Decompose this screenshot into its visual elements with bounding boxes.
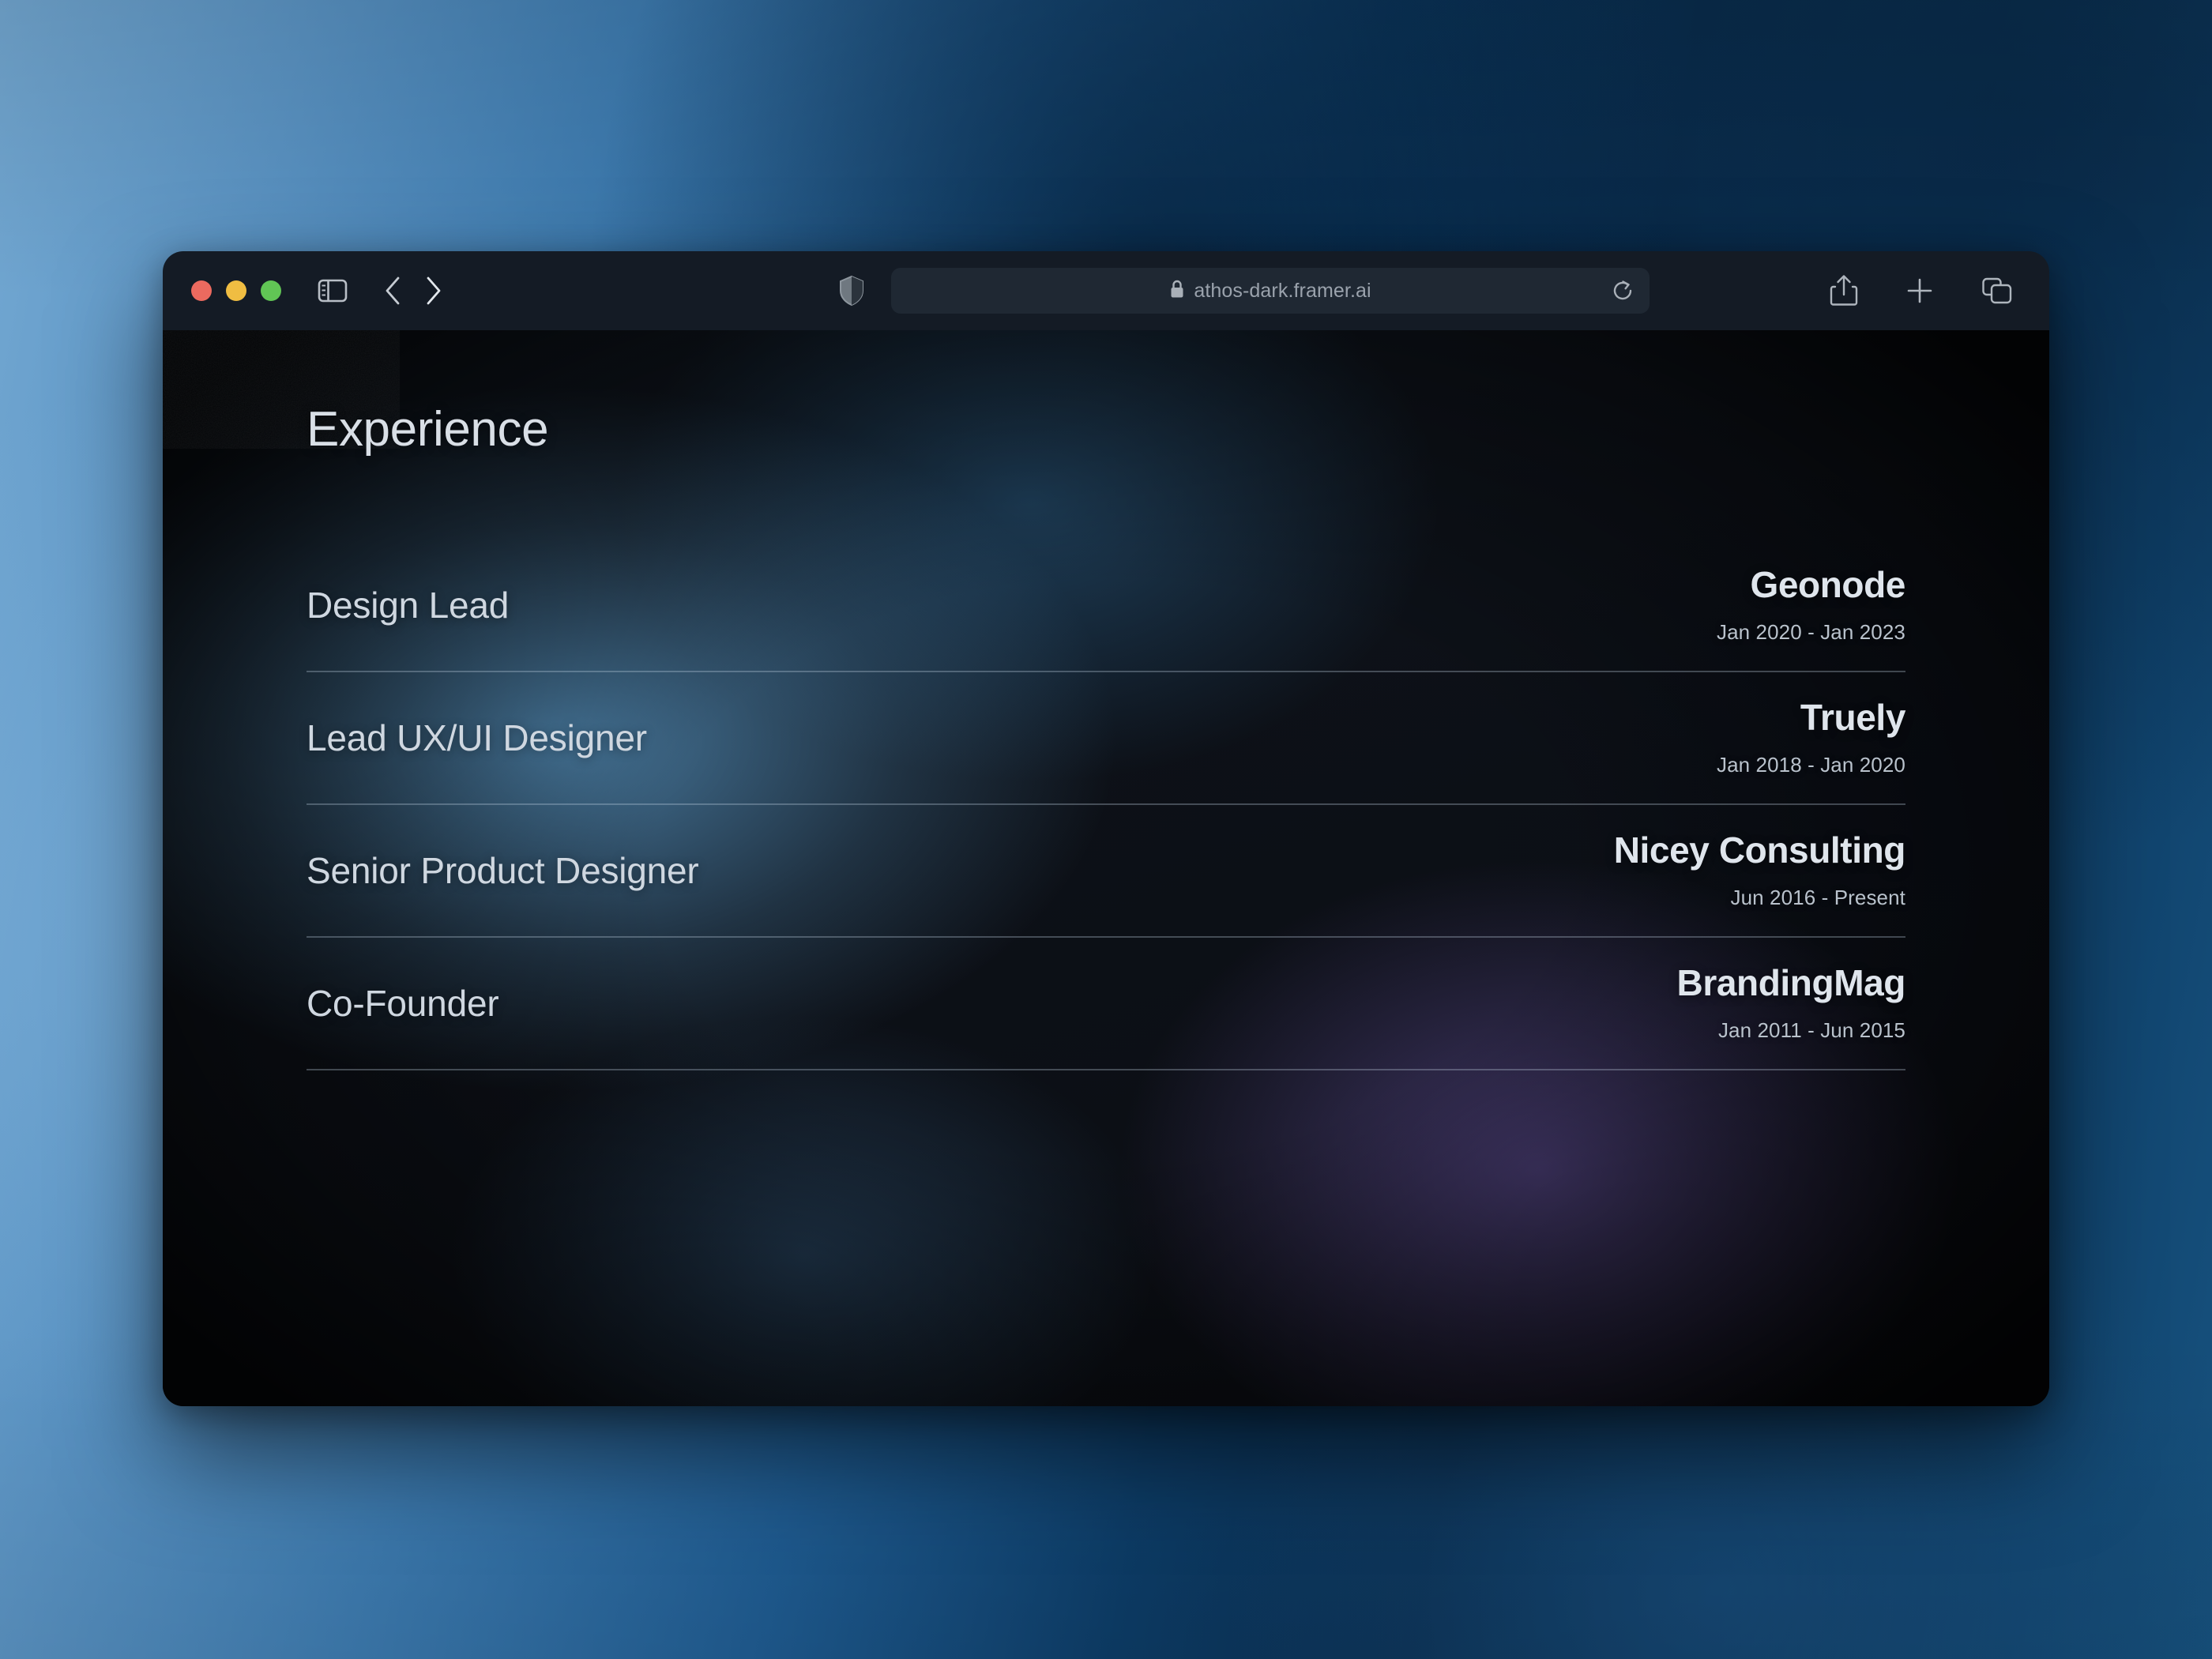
lock-icon — [1169, 279, 1185, 303]
experience-dates: Jan 2020 - Jan 2023 — [1717, 619, 1905, 644]
browser-window: athos-dark.framer.ai Experience Design L… — [163, 251, 2049, 1406]
close-button[interactable] — [191, 280, 212, 301]
experience-section: Experience Design Lead Geonode Jan 2020 … — [307, 401, 1905, 1070]
url-text: athos-dark.framer.ai — [1194, 279, 1371, 302]
experience-dates: Jun 2016 - Present — [1730, 885, 1905, 909]
experience-role: Senior Product Designer — [307, 850, 699, 891]
experience-company: BrandingMag — [1676, 961, 1906, 1003]
experience-meta: Nicey Consulting Jun 2016 - Present — [1613, 829, 1906, 910]
experience-dates: Jan 2011 - Jun 2015 — [1717, 1018, 1905, 1042]
experience-row: Lead UX/UI Designer Truely Jan 2018 - Ja… — [307, 672, 1905, 805]
experience-company: Nicey Consulting — [1613, 829, 1906, 871]
experience-company: Geonode — [1750, 563, 1905, 605]
chevron-left-icon[interactable] — [382, 275, 403, 307]
url-group: athos-dark.framer.ai — [1169, 279, 1371, 303]
shield-icon[interactable] — [838, 275, 865, 307]
experience-role: Design Lead — [307, 585, 510, 626]
experience-meta: Truely Jan 2018 - Jan 2020 — [1717, 699, 1905, 777]
address-bar[interactable]: athos-dark.framer.ai — [891, 268, 1650, 314]
webpage-viewport: Experience Design Lead Geonode Jan 2020 … — [163, 330, 2049, 1406]
maximize-button[interactable] — [261, 280, 281, 301]
sidebar-icon[interactable] — [318, 277, 348, 304]
experience-role: Co-Founder — [307, 983, 499, 1024]
chevron-right-icon[interactable] — [423, 275, 444, 307]
experience-row: Design Lead Geonode Jan 2020 - Jan 2023 — [307, 540, 1905, 672]
browser-toolbar: athos-dark.framer.ai — [163, 251, 2049, 330]
plus-icon[interactable] — [1905, 276, 1934, 305]
window-controls — [191, 280, 281, 301]
page-title: Experience — [307, 402, 549, 457]
experience-row: Co-Founder BrandingMag Jan 2011 - Jun 20… — [307, 938, 1905, 1070]
experience-company: Truely — [1800, 696, 1906, 738]
experience-meta: BrandingMag Jan 2011 - Jun 2015 — [1676, 961, 1906, 1043]
share-icon[interactable] — [1830, 274, 1858, 307]
experience-row: Senior Product Designer Nicey Consulting… — [307, 805, 1905, 938]
desktop-wallpaper: athos-dark.framer.ai Experience Design L… — [0, 0, 2212, 1659]
experience-role: Lead UX/UI Designer — [307, 717, 647, 758]
tab-overview-icon[interactable] — [1981, 276, 2013, 306]
experience-dates: Jan 2018 - Jan 2020 — [1717, 752, 1905, 777]
reload-icon[interactable] — [1610, 278, 1635, 303]
toolbar-right-actions — [1830, 274, 2013, 307]
minimize-button[interactable] — [226, 280, 246, 301]
experience-meta: Geonode Jan 2020 - Jan 2023 — [1717, 566, 1905, 645]
